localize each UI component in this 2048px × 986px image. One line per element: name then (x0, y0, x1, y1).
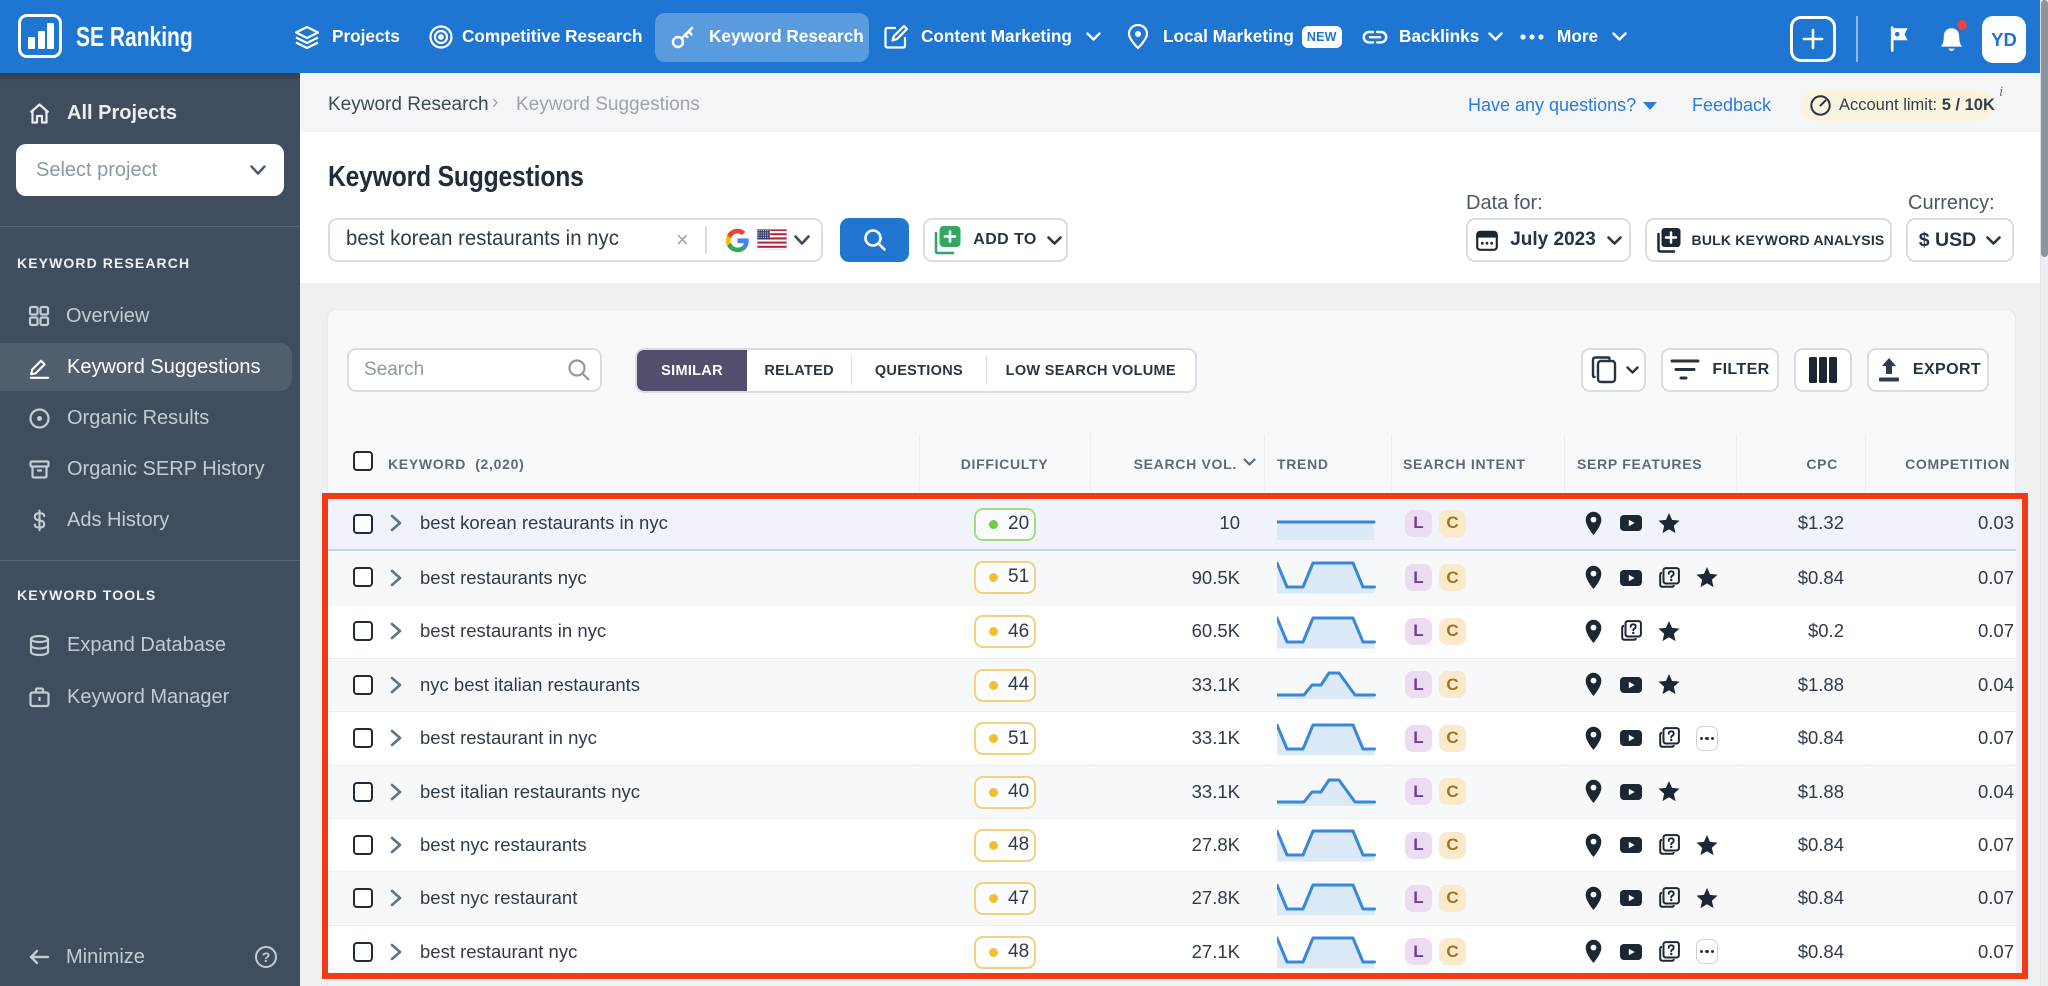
svg-text:?: ? (262, 949, 271, 965)
